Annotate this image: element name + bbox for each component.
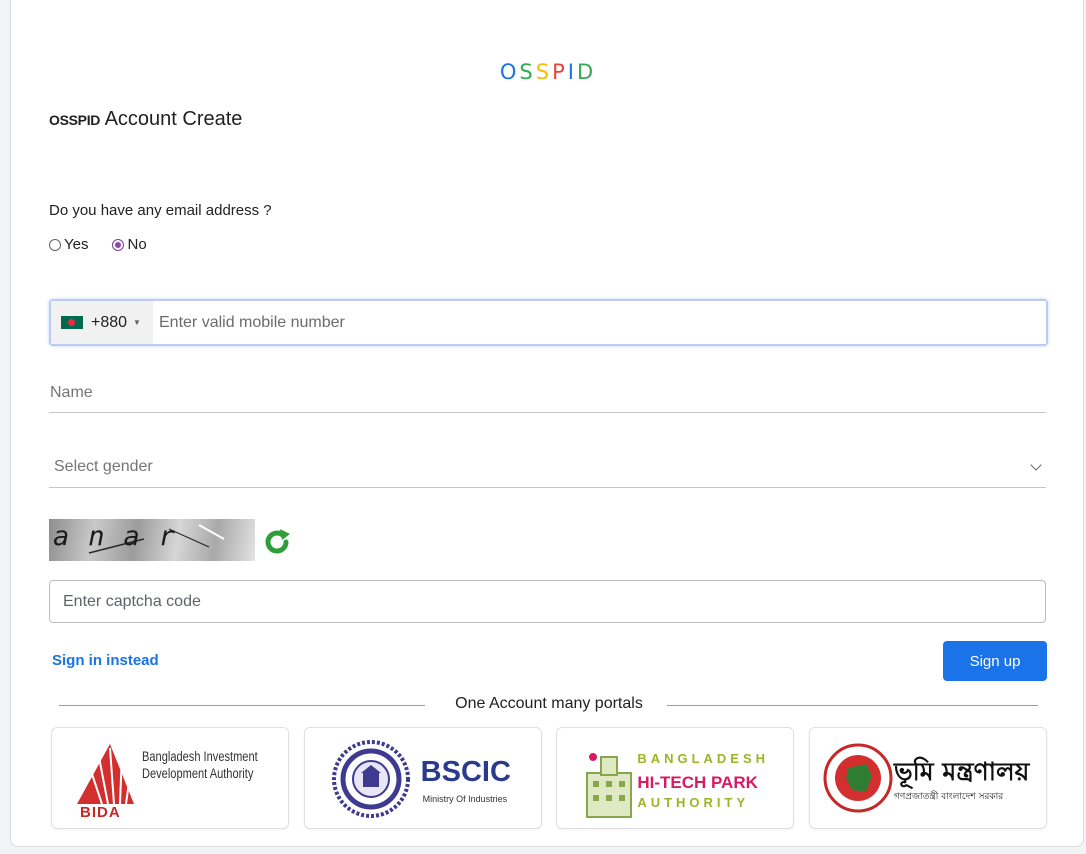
- bscic-title: BSCIC: [420, 756, 511, 788]
- radio-yes-label: Yes: [64, 236, 89, 253]
- portal-hitech-park[interactable]: BANGLADESH HI-TECH PARK AUTHORITY: [556, 727, 795, 829]
- bida-name-line1: Bangladesh Investment: [142, 749, 258, 764]
- radio-yes-circle[interactable]: [49, 238, 61, 251]
- radio-no-circle[interactable]: [112, 238, 125, 251]
- country-code-selector[interactable]: +880 ▼: [51, 301, 153, 344]
- captcha-text: anar: [53, 521, 195, 552]
- radio-yes[interactable]: Yes: [49, 236, 88, 253]
- logo-letter: S: [519, 60, 536, 84]
- name-input[interactable]: [49, 373, 1046, 413]
- chevron-down-icon: [1030, 459, 1042, 471]
- email-radio-group: Yes No: [49, 236, 171, 253]
- bscic-seal-icon: [331, 740, 410, 818]
- hitech-park-building-icon: [586, 753, 633, 818]
- captcha-input[interactable]: [49, 580, 1046, 623]
- bida-abbr: BIDA: [80, 804, 121, 821]
- bida-name-line2: Development Authority: [142, 766, 254, 781]
- hitech-park-line2: HI-TECH PARK: [637, 773, 758, 792]
- bscic-subtitle: Ministry Of Industries: [422, 794, 508, 804]
- country-code: +880: [91, 313, 128, 331]
- sign-in-link[interactable]: Sign in instead: [52, 652, 159, 669]
- portals-divider: One Account many portals: [59, 695, 1038, 715]
- gender-select[interactable]: Select gender: [49, 447, 1046, 488]
- mobile-number-input[interactable]: [153, 301, 1046, 344]
- signup-card: OSSPID OSSPID Account Create Do you have…: [10, 0, 1084, 847]
- osspid-logo: OSSPID: [11, 60, 1085, 84]
- hitech-park-line3: AUTHORITY: [637, 795, 750, 810]
- portals-divider-label: One Account many portals: [455, 695, 643, 712]
- page-title-text: Account Create: [100, 108, 243, 130]
- portal-bida[interactable]: Bangladesh Investment Development Author…: [51, 727, 289, 829]
- radio-no[interactable]: No: [112, 236, 147, 253]
- logo-letter: D: [576, 60, 597, 84]
- sign-up-button[interactable]: Sign up: [943, 641, 1047, 681]
- portal-list: Bangladesh Investment Development Author…: [51, 727, 1047, 829]
- caret-down-icon: ▼: [133, 318, 141, 327]
- page-title: OSSPID Account Create: [49, 108, 242, 131]
- logo-letter: I: [567, 60, 577, 84]
- divider-line-right: [667, 705, 1038, 706]
- logo-letter: S: [535, 60, 553, 84]
- bida-name: Bangladesh Investment Development Author…: [142, 748, 288, 782]
- logo-letter: O: [499, 60, 520, 84]
- page-title-brand: OSSPID: [49, 112, 101, 128]
- portal-bhumi[interactable]: ভূমি মন্ত্রণালয় গণপ্রজাতন্ত্রী বাংলাদেশ…: [808, 727, 1047, 829]
- portal-bscic[interactable]: BSCIC Ministry Of Industries: [303, 727, 542, 829]
- divider-line-left: [59, 705, 425, 706]
- logo-letter: P: [552, 60, 568, 84]
- captcha-image: anar: [49, 519, 255, 561]
- mobile-number-field: +880 ▼: [49, 299, 1048, 346]
- gender-select-placeholder: Select gender: [54, 458, 153, 475]
- bhumi-subtitle: গণপ্রজাতন্ত্রী বাংলাদেশ সরকার: [893, 792, 1004, 802]
- bangladesh-govt-seal-icon: [823, 743, 893, 813]
- bangladesh-flag-icon: [61, 316, 83, 329]
- radio-no-label: No: [127, 236, 147, 253]
- hitech-park-line1: BANGLADESH: [637, 751, 770, 766]
- refresh-icon[interactable]: [260, 525, 294, 559]
- email-question-label: Do you have any email address ?: [49, 202, 272, 219]
